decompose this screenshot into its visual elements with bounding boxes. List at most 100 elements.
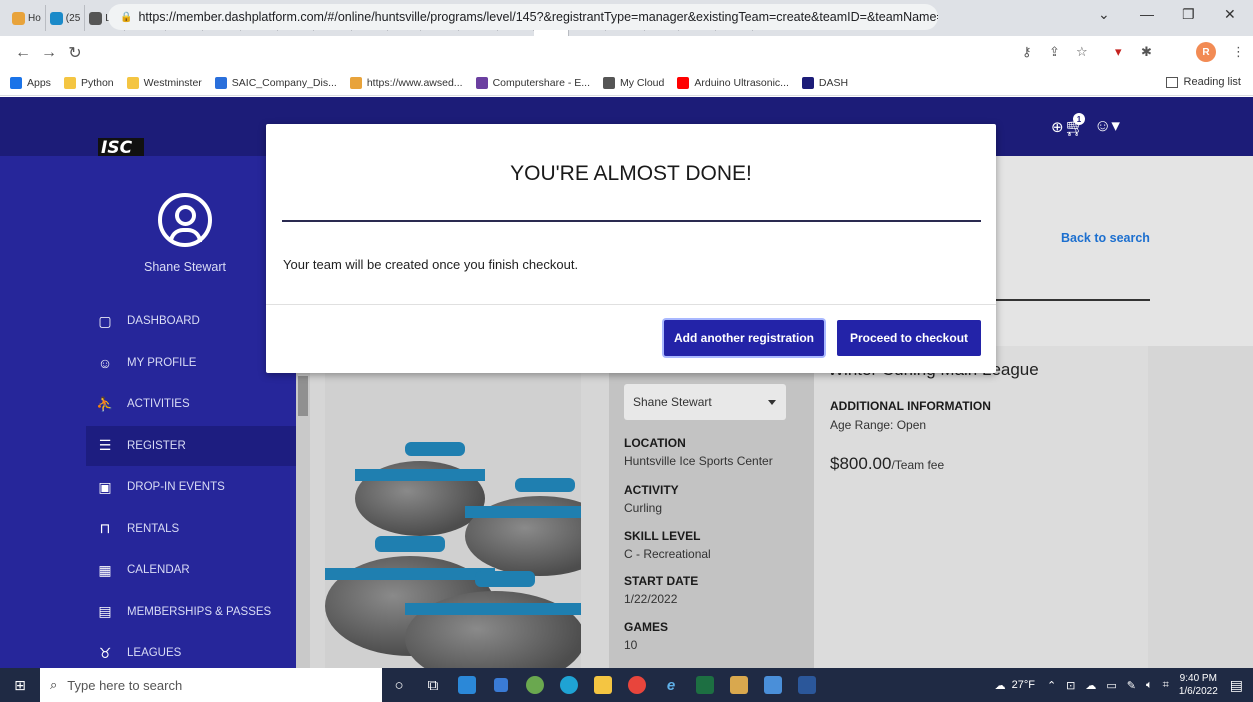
globe-icon[interactable]: ⊕ [1051, 118, 1064, 136]
network-icon[interactable]: ▭ [1106, 679, 1116, 692]
browser-tab[interactable]: (25 [46, 5, 86, 31]
remote-desktop-icon[interactable] [756, 668, 790, 702]
notifications-icon[interactable]: ▤ [1230, 677, 1243, 694]
onedrive-icon[interactable]: ☁ [1085, 679, 1096, 692]
weather-temp[interactable]: 27°F [1012, 679, 1035, 691]
chevron-up-icon[interactable]: ⌃ [1047, 679, 1056, 692]
detail-label: START DATE [624, 574, 699, 588]
age-range-text: Age Range: Open [830, 418, 927, 432]
detail-label: ACTIVITY [624, 483, 679, 497]
bookmark-icon [214, 76, 227, 89]
internet-explorer-icon[interactable]: e [654, 668, 688, 702]
sidebar-item-dashboard[interactable]: ▢ DASHBOARD [86, 301, 296, 341]
sidebar-item-label: LEAGUES [127, 647, 182, 659]
nav-icon: ⛹ [96, 395, 114, 412]
tab-title: Ho [28, 12, 41, 24]
url-input[interactable]: 🔒 https://member.dashplatform.com/#/onli… [108, 4, 938, 30]
tab-underline [995, 299, 1150, 301]
isc-logo[interactable]: ISC [98, 138, 144, 158]
bookmark-item[interactable]: SAIC_Company_Dis... [214, 76, 337, 89]
share-icon[interactable]: ⇪ [1049, 44, 1060, 60]
detail-value: Curling [624, 501, 663, 515]
additional-info-label: ADDITIONAL INFORMATION [830, 399, 991, 413]
sidebar-item-rentals[interactable]: ⊓ RENTALS [86, 509, 296, 549]
sidebar-item-label: MY PROFILE [127, 356, 197, 369]
back-arrow-icon[interactable]: ← [10, 44, 36, 62]
bookmark-icon [603, 76, 616, 89]
profile-avatar[interactable]: R [1196, 42, 1216, 62]
nav-icon: ▢ [98, 312, 112, 329]
bookmark-item[interactable]: Computershare - E... [475, 76, 590, 89]
player-select[interactable]: Shane Stewart [624, 384, 786, 420]
bookmark-item[interactable]: Westminster [126, 76, 202, 89]
sidebar-item-calendar[interactable]: ▦ CALENDAR [86, 550, 296, 590]
tab-search-icon[interactable]: ⌄ [1098, 6, 1110, 23]
sidebar-item-my-profile[interactable]: ☺ MY PROFILE [86, 343, 296, 383]
paint-icon[interactable] [518, 668, 552, 702]
windows-start-icon[interactable]: ⊞ [0, 677, 40, 694]
sidebar-item-drop-in-events[interactable]: ▣ DROP-IN EVENTS [86, 467, 296, 507]
bookmark-item[interactable]: Python [63, 76, 114, 89]
sidebar-item-activities[interactable]: ⛹ ACTIVITIES [86, 384, 296, 424]
tab-title: (25 [65, 12, 81, 24]
cortana-icon[interactable]: ○ [382, 668, 416, 702]
taskbar-clock[interactable]: 9:40 PM 1/6/2022 [1179, 672, 1218, 698]
bookmarks-bar: Apps Python Westminster SAIC_Company_Dis...… [0, 70, 1253, 96]
weather-icon[interactable]: ☁ [995, 679, 1006, 692]
sidebar-item-label: RENTALS [127, 522, 180, 535]
search-icon: ⌕ [50, 677, 58, 692]
minimize-icon[interactable]: — [1140, 6, 1154, 22]
volume-icon[interactable]: 🔈︎ [1146, 679, 1153, 692]
task-view-icon[interactable]: ⧉ [416, 668, 450, 702]
modal-message: Your team will be created once you finis… [283, 257, 579, 272]
menu-kebab-icon[interactable]: ⋮ [1232, 44, 1245, 60]
bookmark-item[interactable]: My Cloud [603, 76, 664, 89]
close-window-icon[interactable]: ✕ [1224, 6, 1236, 23]
bookmark-item[interactable]: Arduino Ultrasonic... [677, 76, 789, 89]
sidebar-user-name: Shane Stewart [144, 260, 226, 274]
network-app-icon[interactable] [484, 668, 518, 702]
pen-icon[interactable]: ✎ [1127, 679, 1136, 692]
bookmark-item[interactable]: DASH [801, 76, 848, 89]
excel-icon[interactable] [688, 668, 722, 702]
account-menu-icon[interactable]: ☺▾ [1094, 116, 1120, 136]
bookmark-icon [126, 76, 139, 89]
word-icon[interactable] [790, 668, 824, 702]
chrome-icon[interactable] [620, 668, 654, 702]
taskbar-search-input[interactable]: ⌕ Type here to search [40, 668, 382, 702]
sidebar-item-register[interactable]: ☰ REGISTER [86, 425, 296, 466]
detail-value: Huntsville Ice Sports Center [624, 454, 773, 468]
maximize-icon[interactable]: ❐ [1182, 6, 1195, 23]
bookmark-item[interactable]: Apps [10, 76, 51, 89]
sidebar-item-label: MEMBERSHIPS & PASSES [127, 605, 272, 618]
checkout-modal: YOU'RE ALMOST DONE! Your team will be cr… [266, 124, 996, 373]
star-icon[interactable]: ☆ [1076, 44, 1088, 60]
curling-stones-image [325, 346, 581, 668]
file-explorer-icon[interactable] [586, 668, 620, 702]
url-text: https://member.dashplatform.com/#/online… [138, 10, 938, 24]
photos-app-icon[interactable] [722, 668, 756, 702]
edge-icon[interactable] [552, 668, 586, 702]
bookmark-icon [677, 76, 690, 89]
detail-value: 1/22/2022 [624, 592, 678, 606]
extensions-puzzle-icon[interactable]: ✱ [1141, 44, 1152, 60]
sidebar-item-memberships-passes[interactable]: ▤ MEMBERSHIPS & PASSES [86, 592, 296, 632]
store-icon[interactable] [450, 668, 484, 702]
browser-tab[interactable]: Ho [8, 5, 46, 31]
add-another-registration-button[interactable]: Add another registration [664, 320, 824, 356]
meet-now-icon[interactable]: ⊡ [1066, 679, 1075, 692]
proceed-to-checkout-button[interactable]: Proceed to checkout [837, 320, 981, 356]
language-icon[interactable]: ⌗ [1163, 679, 1169, 692]
reading-list-button[interactable]: Reading list [1165, 76, 1241, 88]
reload-icon[interactable]: ↻ [62, 43, 88, 63]
sidebar-item-leagues[interactable]: ♉ LEAGUES [86, 633, 296, 673]
back-to-search-link[interactable]: Back to search [1061, 231, 1150, 245]
bookmark-item[interactable]: https://www.awsed... [349, 76, 463, 89]
modal-divider [282, 220, 981, 222]
forward-arrow-icon[interactable]: → [36, 44, 62, 62]
key-icon[interactable]: ⚷ [1022, 44, 1032, 60]
system-tray: ☁ 27°F ⌃ ⊡ ☁ ▭ ✎ 🔈︎ ⌗ 9:40 PM 1/6/2022 ▤ [995, 668, 1253, 702]
nav-icon: ☺ [97, 354, 113, 371]
extension-pocket-icon[interactable]: ▾ [1115, 44, 1122, 60]
scrollbar-thumb[interactable] [298, 376, 308, 416]
